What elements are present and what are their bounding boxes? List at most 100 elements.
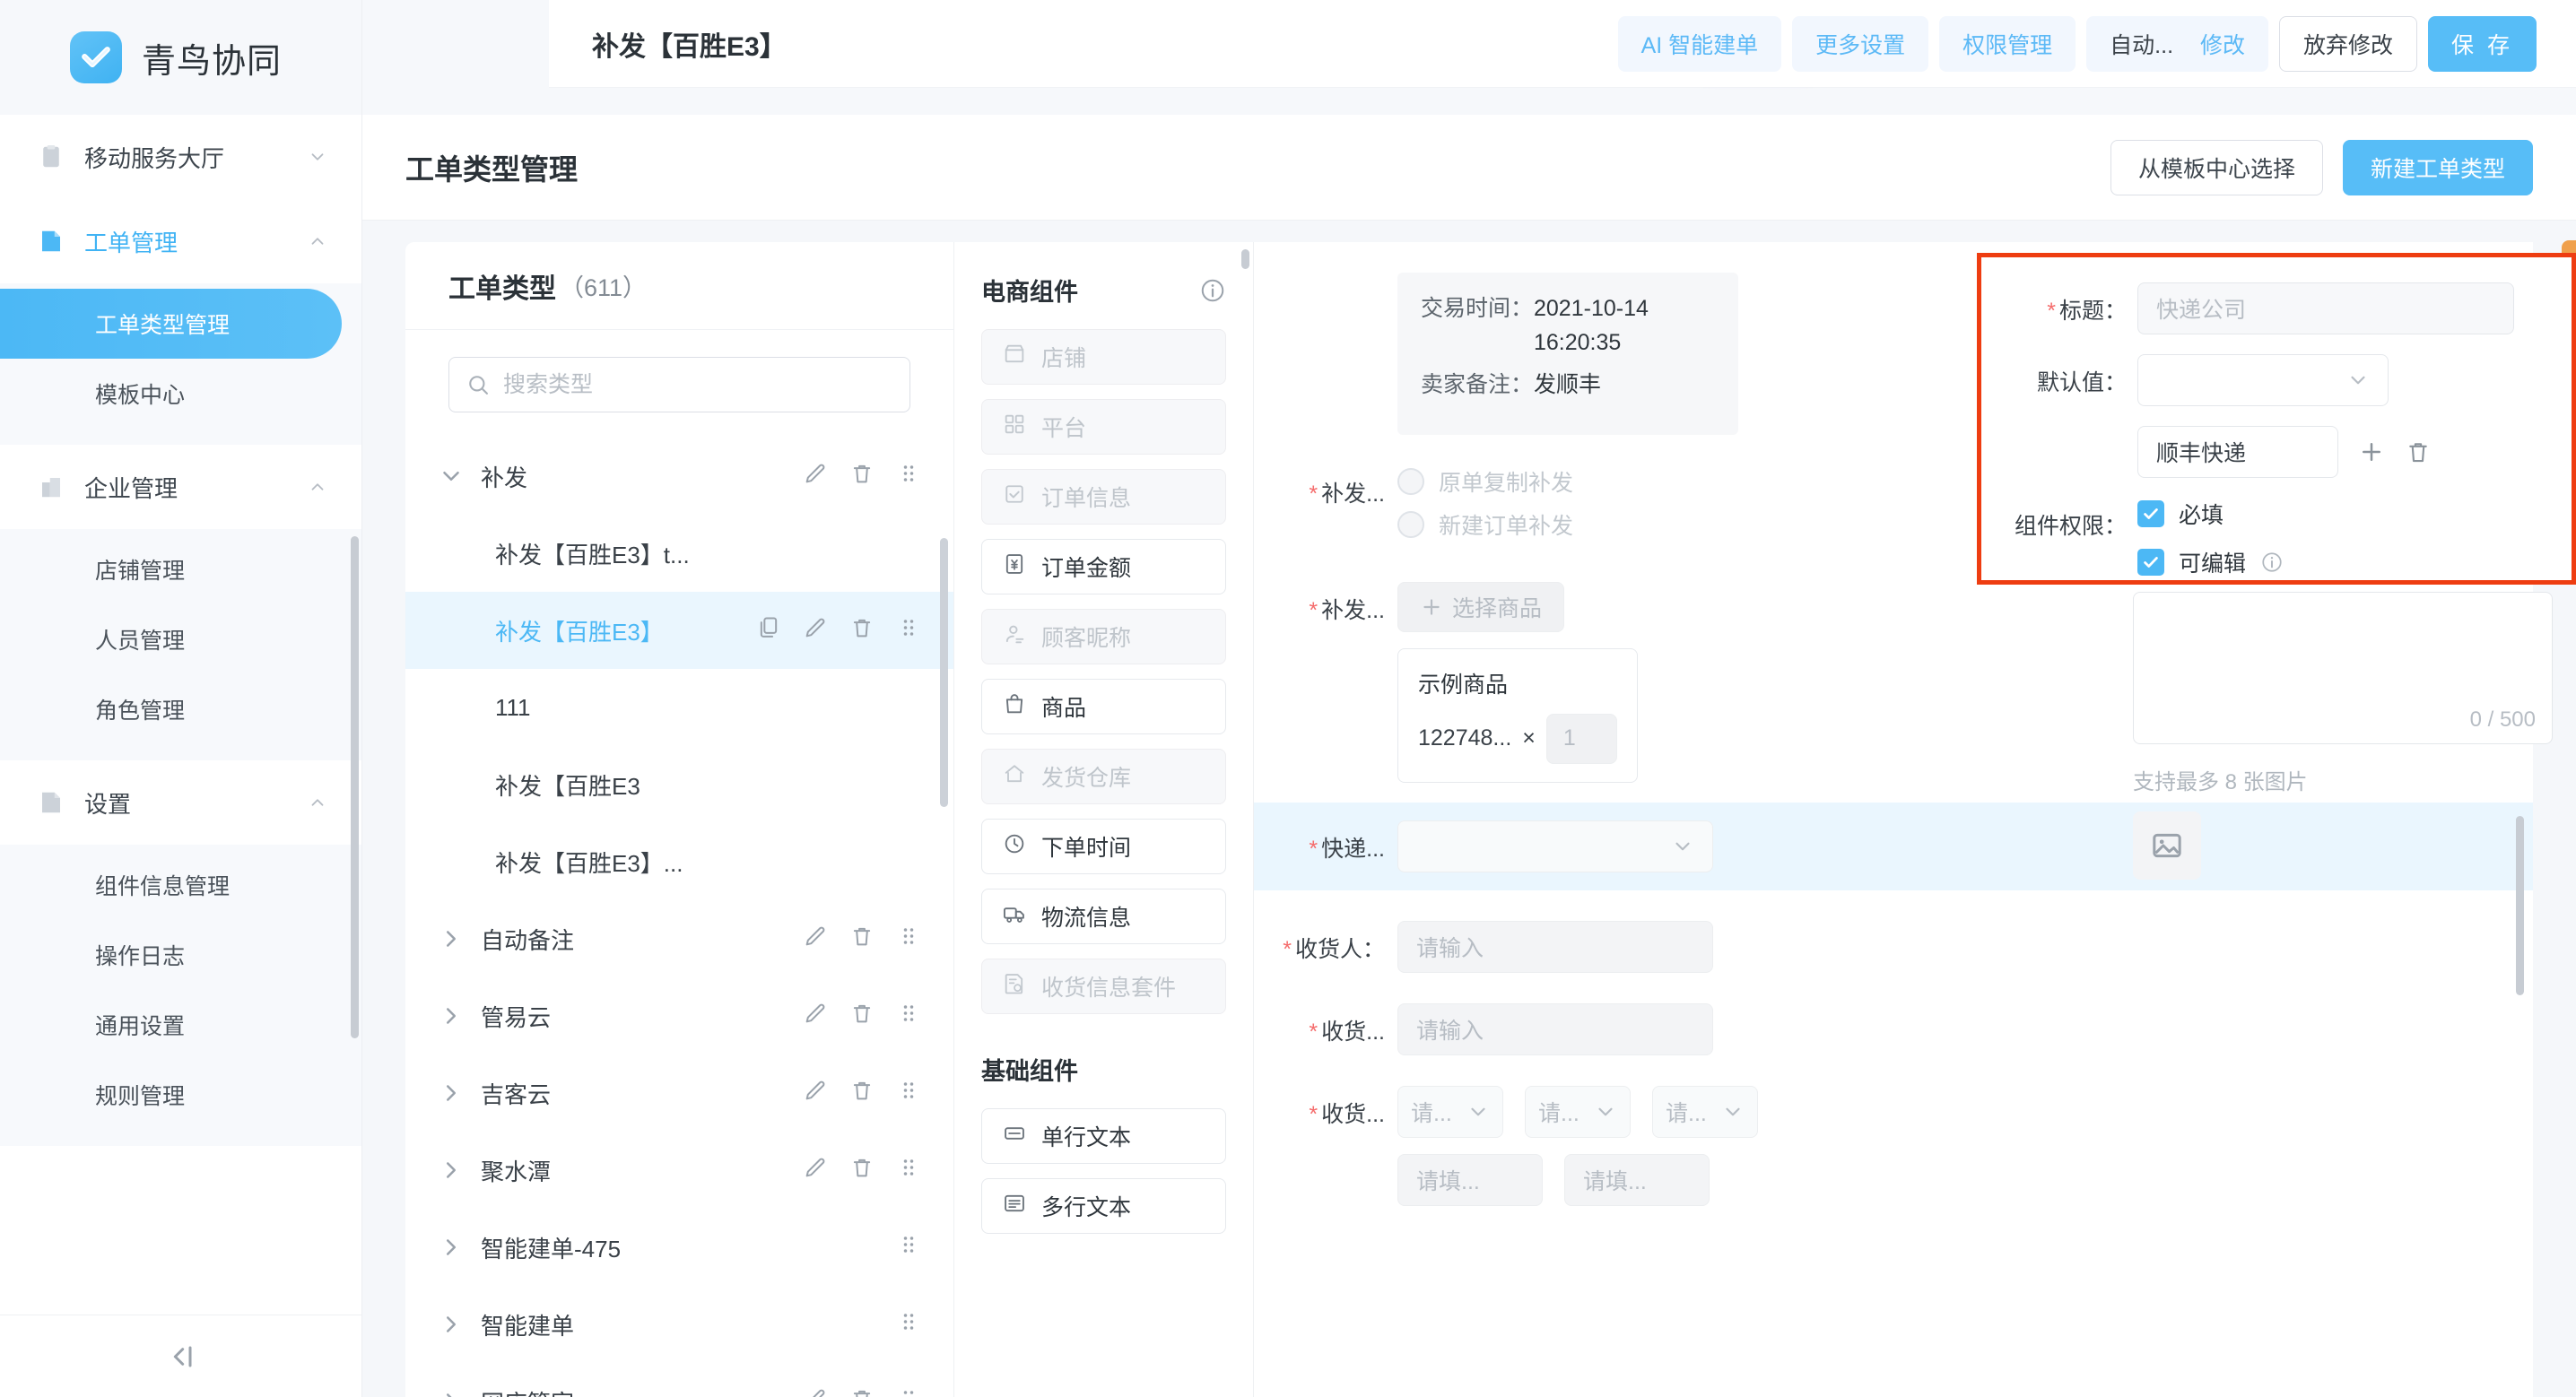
tab-more-settings[interactable]: 更多设置 [1792,15,1929,72]
modify-link[interactable]: 修改 [2200,28,2245,60]
save-button[interactable]: 保 存 [2428,15,2537,72]
receiver-input[interactable]: 请输入 [1397,920,1713,973]
goods-quantity-input[interactable]: 1 [1545,713,1617,764]
edit-icon[interactable] [803,924,828,955]
drag-icon[interactable] [896,1232,921,1263]
palette-item-clock[interactable]: 下单时间 [981,819,1226,874]
sidebar-item-work-order-type-mgmt[interactable]: 工单类型管理 [0,289,342,359]
type-tree-row[interactable]: 智能建单-475 [405,1209,953,1286]
edit-icon[interactable] [803,1001,828,1032]
default-value-select[interactable] [2137,354,2389,406]
palette-scrollbar[interactable] [1241,249,1249,269]
tab-auto-modify[interactable]: 自动... 修改 [2086,15,2269,72]
edit-icon[interactable] [803,615,828,646]
drag-icon[interactable] [896,1386,921,1397]
sidebar-group-work-order[interactable]: 工单管理 [0,199,361,283]
drag-icon[interactable] [896,1078,921,1109]
info-icon[interactable] [2260,551,2284,574]
edit-icon[interactable] [803,1078,828,1109]
type-tree-row[interactable]: 补发【百胜E3】t... [405,515,953,592]
palette-item-yen[interactable]: 订单金额 [981,539,1226,594]
edit-icon[interactable] [803,1155,828,1186]
discard-changes-button[interactable]: 放弃修改 [2279,15,2418,72]
delete-icon[interactable] [849,1078,875,1109]
image-upload-button[interactable] [2133,811,2201,880]
type-tree-row[interactable]: 补发【百胜E3 [405,746,953,823]
palette-item-bag[interactable]: 商品 [981,679,1226,734]
chevron-right-icon[interactable] [438,1388,465,1397]
sidebar-group-enterprise[interactable]: 企业管理 [0,445,361,529]
tab-ai-smart-order[interactable]: AI 智能建单 [1617,15,1782,72]
chevron-right-icon[interactable] [438,1234,465,1261]
palette-item-single-line[interactable]: 单行文本 [981,1108,1226,1164]
type-tree-row[interactable]: 111 [405,669,953,746]
drag-icon[interactable] [896,615,921,646]
type-tree-row[interactable]: 智能建单 [405,1286,953,1363]
type-tree-row[interactable]: 管易云 [405,977,953,1054]
title-input[interactable]: 快递公司 [2137,282,2514,334]
permission-option[interactable]: 必填 [2137,498,2572,530]
sidebar-item-general-settings[interactable]: 通用设置 [0,990,342,1060]
type-tree-row[interactable]: 补发 [405,438,953,515]
drag-icon[interactable] [896,461,921,492]
chevron-right-icon[interactable] [438,1002,465,1029]
delete-icon[interactable] [849,1155,875,1186]
search-input[interactable] [503,371,893,398]
province-select[interactable]: 请... [1397,1085,1503,1138]
sidebar-item-rule-mgmt[interactable]: 规则管理 [0,1060,342,1130]
delete-icon[interactable] [849,924,875,955]
street-input[interactable]: 请填... [1397,1153,1543,1206]
permission-option[interactable]: 可编辑 [2137,546,2572,578]
tip-textarea[interactable]: 0 / 500 [2133,592,2553,744]
city-select[interactable]: 请... [1525,1085,1631,1138]
info-icon[interactable] [1199,277,1226,304]
delete-icon[interactable] [2405,438,2432,465]
create-work-order-type-button[interactable]: 新建工单类型 [2342,139,2533,195]
chevron-right-icon[interactable] [438,925,465,952]
type-tree-scrollbar[interactable] [940,538,948,807]
chevron-right-icon[interactable] [438,1157,465,1184]
type-tree-row[interactable]: 网店管家 [405,1363,953,1397]
receiver-phone-input[interactable]: 请输入 [1397,1002,1713,1055]
chevron-down-icon[interactable] [438,463,465,490]
delete-icon[interactable] [849,615,875,646]
delete-icon[interactable] [849,1001,875,1032]
type-tree-row[interactable]: 聚水潭 [405,1132,953,1209]
chevron-right-icon[interactable] [438,1311,465,1338]
type-tree-row[interactable]: 自动备注 [405,900,953,977]
tab-permission-management[interactable]: 权限管理 [1939,15,2076,72]
drag-icon[interactable] [896,1001,921,1032]
sidebar-item-operation-log[interactable]: 操作日志 [0,920,342,990]
sidebar-item-template-center[interactable]: 模板中心 [0,359,342,429]
district-select[interactable]: 请... [1652,1085,1758,1138]
type-tree-row[interactable]: 补发【百胜E3】 [405,592,953,669]
palette-item-multi-line[interactable]: 多行文本 [981,1178,1226,1234]
delete-icon[interactable] [849,461,875,492]
chevron-right-icon[interactable] [438,1080,465,1106]
sidebar-scrollbar[interactable] [351,536,359,1038]
palette-item-truck[interactable]: 物流信息 [981,889,1226,944]
collapse-left-icon[interactable] [163,1339,199,1375]
sidebar-item-component-info-mgmt[interactable]: 组件信息管理 [0,850,342,920]
sidebar-group-mobile-hall[interactable]: 移动服务大厅 [0,115,361,199]
option-input[interactable]: 顺丰快递 [2137,426,2338,478]
drag-icon[interactable] [896,924,921,955]
drag-icon[interactable] [896,1155,921,1186]
express-company-select[interactable] [1397,820,1713,872]
copy-icon[interactable] [756,615,781,646]
sidebar-group-settings[interactable]: 设置 [0,760,361,845]
edit-icon[interactable] [803,461,828,492]
choose-from-template-center-button[interactable]: 从模板中心选择 [2110,139,2323,195]
type-tree-row[interactable]: 补发【百胜E3】... [405,823,953,900]
plus-icon[interactable] [2358,438,2385,465]
delete-icon[interactable] [849,1386,875,1397]
sidebar-item-staff-mgmt[interactable]: 人员管理 [0,604,342,674]
type-tree-row[interactable]: 吉客云 [405,1054,953,1132]
sidebar-item-shop-mgmt[interactable]: 店铺管理 [0,534,342,604]
edit-icon[interactable] [803,1386,828,1397]
select-goods-button[interactable]: 选择商品 [1397,581,1565,632]
detail-address-input[interactable]: 请填... [1564,1153,1710,1206]
search-box[interactable] [448,357,910,412]
drag-icon[interactable] [896,1309,921,1341]
sidebar-item-role-mgmt[interactable]: 角色管理 [0,674,342,744]
